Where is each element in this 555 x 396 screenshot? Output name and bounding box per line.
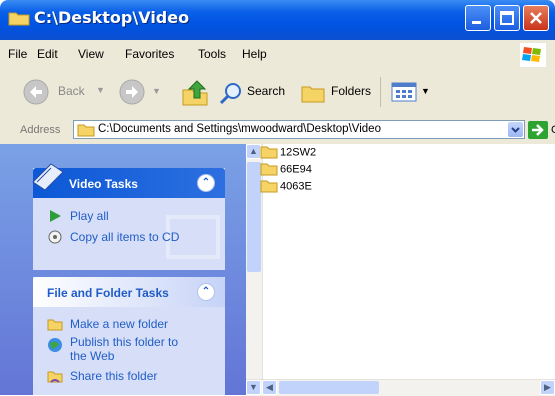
folder-icon [260,180,278,193]
scroll-up-button[interactable]: ▲ [246,144,261,159]
play-icon [47,208,63,224]
address-dropdown-button[interactable] [508,122,523,137]
go-arrow-icon [532,124,544,136]
copy-to-cd-link[interactable]: Copy all items to CD [70,230,179,244]
file-folder-tasks-panel: File and Folder Tasks ⌃ Make a new folde… [33,277,225,395]
new-folder-icon [47,316,63,332]
folders-button[interactable]: Folders [300,78,380,108]
back-label: Back [58,84,85,98]
search-icon [219,83,241,105]
file-item[interactable]: 4063E [260,180,312,196]
back-arrow-icon [23,79,49,105]
chevron-down-icon [511,127,520,133]
video-tasks-panel: Video Tasks ⌃ Play all Copy all items to… [32,163,225,270]
publish-folder-link-continued[interactable]: the Web [70,349,114,363]
search-label: Search [247,84,286,98]
menu-tools[interactable]: Tools [198,47,226,61]
file-folder-tasks-header[interactable]: File and Folder Tasks ⌃ [33,277,225,307]
close-icon [530,12,542,24]
maximize-button[interactable] [494,5,520,31]
go-label[interactable]: Go [551,124,555,136]
folder-icon [77,124,95,137]
folder-icon [260,163,278,176]
menu-file[interactable]: File [8,47,27,61]
horizontal-scrollbar[interactable]: ▼ ◀ ▶ [246,379,555,396]
views-button[interactable]: ▼ [391,78,431,108]
folders-label: Folders [331,84,372,98]
window-title: C:\Desktop\Video [34,8,190,27]
menu-view[interactable]: View [78,47,104,61]
file-folder-tasks-title: File and Folder Tasks [47,286,169,300]
minimize-icon [472,21,481,24]
file-item[interactable]: 12SW2 [260,146,316,162]
forward-dropdown-icon[interactable]: ▼ [152,86,161,96]
forward-button[interactable]: ▼ [118,78,168,108]
up-folder-icon[interactable] [180,78,210,108]
views-icon [391,82,417,102]
title-bar[interactable]: C:\Desktop\Video [0,0,555,40]
address-input[interactable]: C:\Documents and Settings\mwoodward\Desk… [73,120,525,139]
horizontal-scroll-thumb[interactable] [279,381,379,394]
file-list-pane[interactable]: ▲ 12SW2 66E94 4063E ▼ ◀ ▶ [246,144,555,396]
forward-arrow-icon [119,79,145,105]
make-new-folder-link[interactable]: Make a new folder [70,317,168,331]
views-dropdown-icon[interactable]: ▼ [421,86,430,96]
folder-icon [8,12,30,26]
search-button[interactable]: Search [218,78,290,108]
menu-favorites[interactable]: Favorites [125,47,174,61]
file-item[interactable]: 66E94 [260,163,312,179]
address-label: Address [20,124,61,136]
share-folder-icon [47,368,63,384]
folders-icon [301,86,325,103]
file-name: 66E94 [280,163,312,176]
file-name: 4063E [280,180,312,193]
go-button[interactable] [528,121,548,139]
folder-icon [260,146,278,159]
vertical-scroll-thumb[interactable] [247,162,261,272]
scroll-right-button[interactable]: ▶ [540,380,555,395]
back-dropdown-icon[interactable]: ▼ [96,85,105,95]
scroll-left-button[interactable]: ◀ [262,380,277,395]
maximize-icon [500,11,514,25]
task-pane: Video Tasks ⌃ Play all Copy all items to… [0,144,246,395]
toolbar: Back ▼ ▼ Search Folders ▼ [0,69,555,118]
publish-web-icon [47,337,63,353]
address-bar: Address C:\Documents and Settings\mwoodw… [0,117,555,145]
menu-edit[interactable]: Edit [37,47,58,61]
file-name: 12SW2 [280,146,317,159]
video-tasks-title: Video Tasks [69,177,138,191]
video-folder-icon [32,163,64,191]
play-all-link[interactable]: Play all [70,209,109,223]
publish-folder-link[interactable]: Publish this folder to [70,335,178,349]
share-folder-link[interactable]: Share this folder [70,369,157,383]
address-path: C:\Documents and Settings\mwoodward\Desk… [98,123,381,135]
back-button[interactable]: Back ▼ [20,77,110,107]
minimize-button[interactable] [465,5,491,31]
collapse-video-tasks-button[interactable]: ⌃ [197,174,215,192]
close-button[interactable] [523,5,549,31]
windows-logo-icon [520,43,546,67]
copy-to-cd-icon [47,229,63,245]
menu-bar: File Edit View Favorites Tools Help [0,40,555,70]
scroll-down-button[interactable]: ▼ [246,380,261,395]
menu-help[interactable]: Help [242,47,267,61]
collapse-file-tasks-button[interactable]: ⌃ [197,283,215,301]
